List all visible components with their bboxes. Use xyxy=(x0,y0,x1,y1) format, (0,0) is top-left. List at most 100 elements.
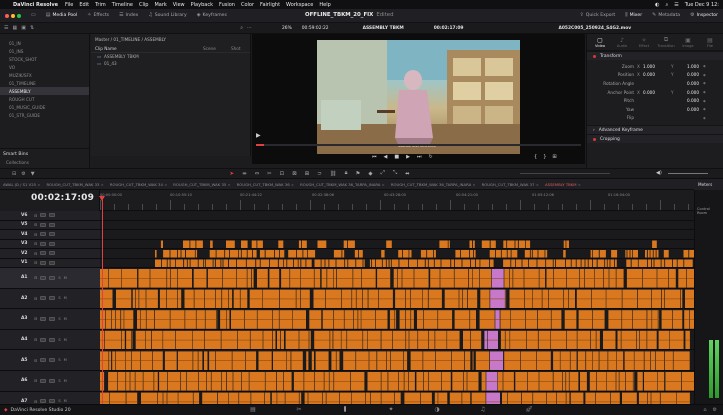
zoom-level[interactable]: 26% xyxy=(282,26,292,31)
col-shot[interactable]: Shot xyxy=(231,46,241,51)
bin-item[interactable]: 01_IN xyxy=(0,39,89,47)
linked-selection-icon[interactable]: ⛓ xyxy=(330,171,337,177)
volume-slider[interactable] xyxy=(668,173,708,174)
timeline-tab[interactable]: ROUGH_CUT_TBKM_WAK 36_TARPA_INARA × xyxy=(388,182,479,187)
timeline-tab[interactable]: ASSEMBLY TBKM × xyxy=(542,182,584,187)
smart-bins-collections[interactable]: Collections xyxy=(0,160,89,165)
inspector-tab-effect[interactable]: ✧ Effect xyxy=(633,37,655,48)
bin-item[interactable]: VO xyxy=(0,63,89,71)
flag-icon[interactable]: ⚑ xyxy=(356,171,361,177)
timeline-selector[interactable]: ASSEMBLY TBKM xyxy=(363,26,404,31)
close-tab-icon[interactable]: × xyxy=(380,182,385,187)
mixer-button[interactable]: ⫼ Mixer xyxy=(620,13,647,19)
track-toggle-button[interactable] xyxy=(49,251,56,256)
track-lock-icon[interactable]: ⊟ xyxy=(34,275,37,280)
jump-end-icon[interactable]: ⏭ xyxy=(417,154,422,160)
track-toggle-button[interactable] xyxy=(49,316,56,321)
transform-y-value[interactable]: 0.000 xyxy=(677,98,699,103)
track-lock-icon[interactable]: ⊟ xyxy=(34,296,37,301)
close-tab-icon[interactable]: × xyxy=(99,182,104,187)
mute-button[interactable]: M xyxy=(64,379,67,383)
mute-button[interactable]: M xyxy=(64,358,67,362)
track-header-a5[interactable]: A5 ⊟ S M xyxy=(0,350,100,371)
fusion-page-icon[interactable]: ✦ xyxy=(368,406,414,414)
media-pool-button[interactable]: ▤ Media Pool xyxy=(41,13,83,19)
inspector-tab-video[interactable]: ▢ Video xyxy=(589,37,611,48)
track-enable-button[interactable] xyxy=(40,232,47,237)
track-lane[interactable] xyxy=(100,240,694,249)
mark-in-icon[interactable]: { xyxy=(534,154,537,160)
close-tab-icon[interactable]: × xyxy=(226,182,230,187)
timeline-view-options-icon[interactable]: ⊟ xyxy=(12,171,16,177)
search-icon[interactable]: ⌕ xyxy=(240,25,243,31)
viewer-play-icon[interactable]: ▶ xyxy=(256,132,261,139)
track-enable-button[interactable] xyxy=(40,222,47,227)
zoom-detail-icon[interactable]: ⤡ xyxy=(393,170,397,177)
replace-clip-icon[interactable]: ⊞ xyxy=(305,171,310,177)
list-view-icon[interactable]: ☰ xyxy=(4,25,8,31)
timeline-tab[interactable]: ROUGH_CUT_TBKM_WAK 35 × xyxy=(170,182,233,187)
menu-item-fusion[interactable]: Fusion xyxy=(219,2,235,8)
insert-clip-icon[interactable]: ⊡ xyxy=(280,171,285,177)
track-header-a3[interactable]: A3 ⊟ S M xyxy=(0,309,100,330)
track-enable-button[interactable] xyxy=(40,260,47,265)
bin-item[interactable]: ROUGH CUT xyxy=(0,95,89,103)
transform-y-value[interactable]: 0.000 xyxy=(677,81,699,86)
home-icon[interactable]: ⌂ xyxy=(703,407,712,413)
track-enable-button[interactable] xyxy=(40,316,47,321)
track-enable-button[interactable] xyxy=(40,296,47,301)
timeline-tab[interactable]: ROUGH_CUT_TBKM_WAK 34 × xyxy=(107,182,170,187)
track-header-a1[interactable]: A1 ⊟ S M xyxy=(0,268,100,289)
search-icon[interactable]: ⌕ xyxy=(665,2,668,8)
track-lane[interactable] xyxy=(100,289,694,310)
track-lock-icon[interactable]: ⊟ xyxy=(34,213,37,218)
close-tab-icon[interactable]: × xyxy=(36,182,40,187)
track-toggle-button[interactable] xyxy=(49,260,56,265)
viewer-frame[interactable]: Subtitle text reference xyxy=(317,40,520,154)
volume-icon[interactable]: ◀) xyxy=(656,170,662,176)
menu-item-clip[interactable]: Clip xyxy=(139,2,148,8)
timeline-settings-icon[interactable]: ⚙ xyxy=(21,171,25,177)
track-toggle-button[interactable] xyxy=(49,222,56,227)
transform-enabled-dot[interactable] xyxy=(593,54,596,58)
menu-item-edit[interactable]: Edit xyxy=(79,2,89,8)
track-header-v2[interactable]: V2 ⊟ xyxy=(0,249,100,259)
transform-y-value[interactable]: 0.000 xyxy=(677,107,699,112)
col-clip-name[interactable]: Clip Name xyxy=(95,46,203,51)
bin-item[interactable]: STOCK_SHOT xyxy=(0,55,89,63)
fairlight-page-icon[interactable]: ♫ xyxy=(460,406,506,414)
loop-icon[interactable]: ↻ xyxy=(428,154,432,160)
track-lane[interactable] xyxy=(100,211,694,221)
track-toggle-button[interactable] xyxy=(49,232,56,237)
bin-item[interactable]: 01_INS xyxy=(0,47,89,55)
keyframe-icon[interactable]: ◆ xyxy=(703,73,706,77)
sort-icon[interactable]: ⇅ xyxy=(30,25,34,31)
panel-toggle-button[interactable]: ▭ xyxy=(26,13,41,18)
viewer-scrubber[interactable] xyxy=(256,144,581,146)
menu-item-file[interactable]: File xyxy=(65,2,73,8)
track-toggle-button[interactable] xyxy=(49,358,56,363)
cropping-section[interactable]: Cropping xyxy=(587,134,723,144)
track-header-a6[interactable]: A6 ⊟ S M xyxy=(0,371,100,392)
track-toggle-button[interactable] xyxy=(49,275,56,280)
inspector-tab-image[interactable]: ▣ Image xyxy=(677,37,699,48)
track-lock-icon[interactable]: ⊟ xyxy=(34,260,37,265)
track-enable-button[interactable] xyxy=(40,378,47,383)
track-lock-icon[interactable]: ⊟ xyxy=(34,232,37,237)
track-lane[interactable] xyxy=(100,268,694,289)
mark-out-icon[interactable]: } xyxy=(543,154,546,160)
zoom-custom-icon[interactable]: ⬌ xyxy=(405,171,410,177)
inspector-tab-audio[interactable]: ♪ Audio xyxy=(611,37,633,48)
solo-button[interactable]: S xyxy=(58,317,60,321)
advanced-keyframe-section[interactable]: › Advanced Keyframe xyxy=(587,125,723,135)
close-tab-icon[interactable]: × xyxy=(577,182,581,187)
deliver-page-icon[interactable]: 🚀︎ xyxy=(506,406,552,414)
track-lock-icon[interactable]: ⊟ xyxy=(34,378,37,383)
keyframe-icon[interactable]: ◆ xyxy=(703,116,706,120)
mute-button[interactable]: M xyxy=(64,338,67,342)
track-lane[interactable] xyxy=(100,371,694,392)
menu-item-color[interactable]: Color xyxy=(241,2,254,8)
track-toggle-button[interactable] xyxy=(49,213,56,218)
more-icon[interactable]: ⋯ xyxy=(247,25,252,31)
app-menu[interactable]: DaVinci Resolve xyxy=(13,2,58,8)
